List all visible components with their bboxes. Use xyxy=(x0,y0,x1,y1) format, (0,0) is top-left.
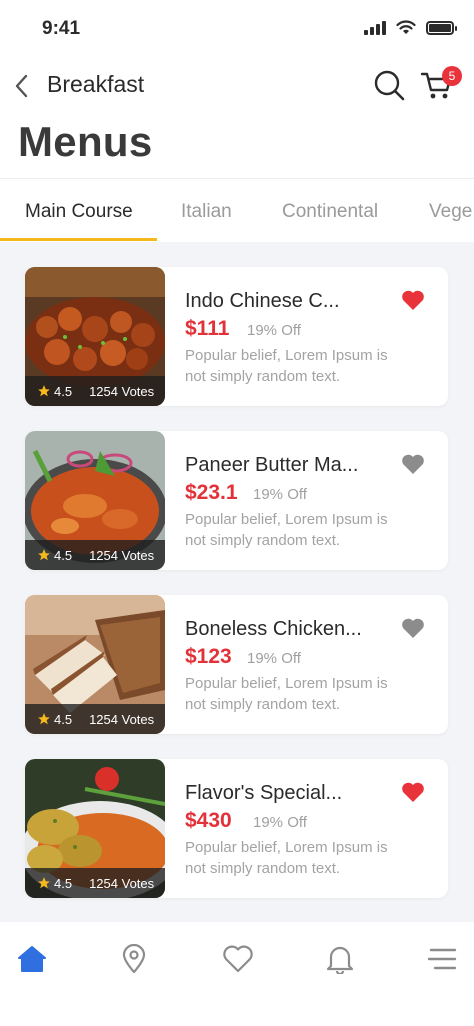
heart-icon xyxy=(223,945,253,973)
rating-votes: 1254 Votes xyxy=(89,875,155,891)
nav-favorites[interactable] xyxy=(221,942,255,976)
item-discount: 19% Off xyxy=(253,814,307,831)
item-title: Boneless Chicken... xyxy=(185,618,362,640)
nav-location[interactable] xyxy=(117,942,151,976)
rating-votes: 1254 Votes xyxy=(89,547,155,563)
heart-filled-icon xyxy=(402,454,424,474)
favorite-button[interactable] xyxy=(401,781,425,803)
cart-count-badge: 5 xyxy=(442,66,462,86)
bottom-nav xyxy=(0,922,474,1026)
food-image: 4.5 1254 Votes xyxy=(25,431,165,570)
item-price: $23.1 xyxy=(185,481,238,504)
location-pin-icon xyxy=(122,944,146,974)
item-discount: 19% Off xyxy=(247,322,301,339)
heart-filled-icon xyxy=(402,290,424,310)
item-description: Popular belief, Lorem Ipsum is not simpl… xyxy=(185,839,388,877)
bell-icon xyxy=(326,946,354,974)
header-title: Breakfast xyxy=(47,71,145,97)
page-title: Menus xyxy=(18,118,153,165)
menu-item-card[interactable]: 4.5 1254 Votes Flavor's Special... $430 … xyxy=(25,759,448,898)
favorite-button[interactable] xyxy=(401,453,425,475)
tab-continental[interactable]: Continental xyxy=(282,201,378,223)
food-image: 4.5 1254 Votes xyxy=(25,267,165,406)
item-discount: 19% Off xyxy=(253,486,307,503)
rating-value: 4.5 xyxy=(54,547,73,563)
status-icons xyxy=(364,20,457,35)
tab-vege[interactable]: Vege xyxy=(429,201,472,223)
rating-votes: 1254 Votes xyxy=(89,383,155,399)
rating-bar: 4.5 1254 Votes xyxy=(25,868,165,898)
menu-item-card[interactable]: 4.5 1254 Votes Paneer Butter Ma... $23.1… xyxy=(25,431,448,570)
category-tabs: Main Course Italian Continental Vege xyxy=(0,178,474,242)
nav-menu[interactable] xyxy=(425,942,459,976)
nav-home[interactable] xyxy=(15,942,49,976)
item-discount: 19% Off xyxy=(247,650,301,667)
rating-value: 4.5 xyxy=(54,383,73,399)
status-time: 9:41 xyxy=(42,18,81,39)
item-title: Paneer Butter Ma... xyxy=(185,454,359,476)
wifi-icon xyxy=(396,20,416,34)
search-icon xyxy=(374,70,405,101)
header: Breakfast 5 xyxy=(0,58,474,114)
item-price: $111 xyxy=(185,317,230,340)
menu-icon xyxy=(427,948,457,970)
menu-item-card[interactable]: 4.5 1254 Votes Indo Chinese C... $111 19… xyxy=(25,267,448,406)
star-icon xyxy=(38,713,50,725)
heart-filled-icon xyxy=(402,618,424,638)
rating-bar: 4.5 1254 Votes xyxy=(25,540,165,570)
tab-indicator xyxy=(0,238,157,241)
food-image: 4.5 1254 Votes xyxy=(25,759,165,898)
rating-bar: 4.5 1254 Votes xyxy=(25,704,165,734)
battery-icon xyxy=(426,20,457,35)
rating-value: 4.5 xyxy=(54,875,73,891)
favorite-button[interactable] xyxy=(401,617,425,639)
search-button[interactable] xyxy=(372,68,406,102)
item-description: Popular belief, Lorem Ipsum is not simpl… xyxy=(185,347,388,385)
item-title: Indo Chinese C... xyxy=(185,290,340,312)
favorite-button[interactable] xyxy=(401,289,425,311)
tab-italian[interactable]: Italian xyxy=(181,201,232,223)
menu-item-card[interactable]: 4.5 1254 Votes Boneless Chicken... $123 … xyxy=(25,595,448,734)
chevron-left-icon xyxy=(15,74,28,98)
rating-value: 4.5 xyxy=(54,711,73,727)
star-icon xyxy=(38,385,50,397)
heart-filled-icon xyxy=(402,782,424,802)
food-image: 4.5 1254 Votes xyxy=(25,595,165,734)
menu-list: 4.5 1254 Votes Indo Chinese C... $111 19… xyxy=(0,242,474,922)
rating-votes: 1254 Votes xyxy=(89,711,155,727)
cart-button[interactable]: 5 xyxy=(420,66,462,102)
star-icon xyxy=(38,877,50,889)
nav-notifications[interactable] xyxy=(323,942,357,976)
star-icon xyxy=(38,549,50,561)
item-title: Flavor's Special... xyxy=(185,782,343,804)
status-bar: 9:41 xyxy=(0,0,474,58)
signal-icon xyxy=(364,20,386,35)
item-description: Popular belief, Lorem Ipsum is not simpl… xyxy=(185,511,388,549)
back-button[interactable] xyxy=(6,68,36,104)
item-price: $123 xyxy=(185,645,232,668)
item-description: Popular belief, Lorem Ipsum is not simpl… xyxy=(185,675,388,713)
home-icon xyxy=(18,946,46,972)
item-price: $430 xyxy=(185,809,232,832)
rating-bar: 4.5 1254 Votes xyxy=(25,376,165,406)
tab-main-course[interactable]: Main Course xyxy=(25,201,133,223)
